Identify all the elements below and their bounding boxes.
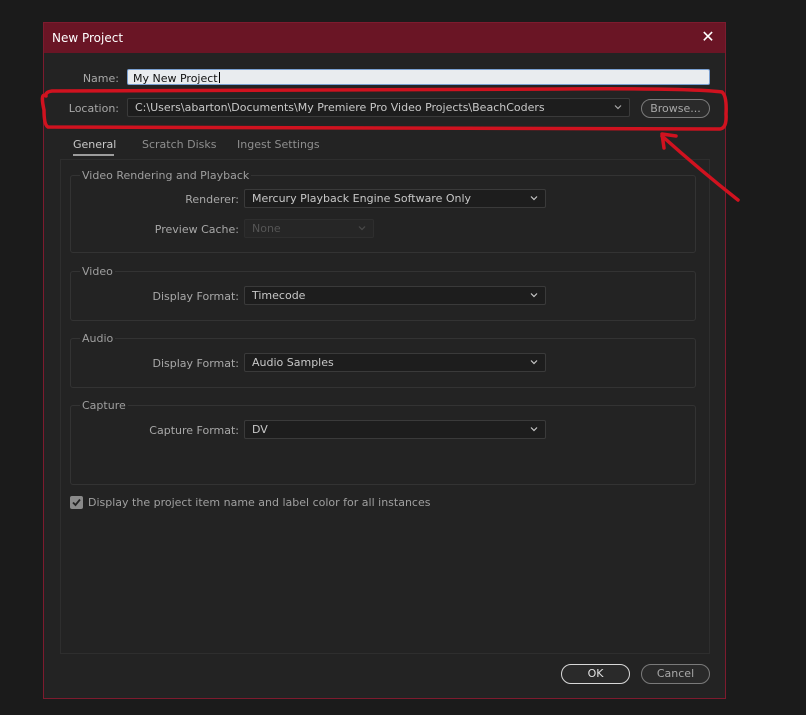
display-label-color-label: Display the project item name and label … (88, 496, 431, 509)
chevron-down-icon (530, 293, 538, 298)
video-rendering-title: Video Rendering and Playback (80, 169, 252, 182)
preview-cache-value: None (252, 222, 281, 235)
capture-format-value: DV (252, 423, 268, 436)
renderer-select[interactable]: Mercury Playback Engine Software Only (244, 189, 546, 208)
chevron-down-icon (358, 226, 366, 231)
checkmark-icon (72, 498, 81, 507)
video-display-format-label: Display Format: (152, 290, 239, 303)
active-tab-indicator (73, 154, 114, 156)
location-label: Location: (68, 102, 119, 115)
cancel-button[interactable]: Cancel (641, 664, 710, 684)
chevron-down-icon (530, 427, 538, 432)
name-label: Name: (82, 72, 119, 85)
location-select[interactable]: C:\Users\abarton\Documents\My Premiere P… (127, 98, 630, 117)
video-display-format-select[interactable]: Timecode (244, 286, 546, 305)
dialog-title: New Project (52, 31, 124, 45)
tab-ingest-settings[interactable]: Ingest Settings (237, 138, 320, 151)
audio-display-format-value: Audio Samples (252, 356, 334, 369)
video-group-title: Video (80, 265, 115, 278)
tab-general[interactable]: General (73, 138, 116, 151)
location-value: C:\Users\abarton\Documents\My Premiere P… (135, 101, 545, 114)
capture-format-label: Capture Format: (149, 424, 239, 437)
ok-button[interactable]: OK (561, 664, 630, 684)
chevron-down-icon (614, 105, 622, 110)
preview-cache-select: None (244, 219, 374, 238)
capture-group-title: Capture (80, 399, 128, 412)
audio-group-title: Audio (80, 332, 116, 345)
tab-scratch-disks[interactable]: Scratch Disks (142, 138, 216, 151)
name-input[interactable]: My New Project (127, 69, 710, 85)
audio-display-format-select[interactable]: Audio Samples (244, 353, 546, 372)
chevron-down-icon (530, 196, 538, 201)
title-bar: New Project ✕ (44, 23, 725, 53)
video-display-format-value: Timecode (252, 289, 306, 302)
renderer-label: Renderer: (185, 193, 239, 206)
text-caret (218, 72, 220, 83)
chevron-down-icon (530, 360, 538, 365)
video-rendering-group: Video Rendering and Playback (70, 169, 696, 253)
close-icon[interactable]: ✕ (699, 28, 717, 46)
audio-display-format-label: Display Format: (152, 357, 239, 370)
capture-format-select[interactable]: DV (244, 420, 546, 439)
capture-group: Capture (70, 399, 696, 485)
preview-cache-label: Preview Cache: (154, 223, 239, 236)
renderer-value: Mercury Playback Engine Software Only (252, 192, 472, 205)
browse-button[interactable]: Browse... (641, 99, 710, 118)
name-value: My New Project (133, 72, 218, 85)
new-project-dialog: New Project ✕ Name: My New Project Locat… (43, 22, 726, 699)
display-label-color-checkbox[interactable] (70, 496, 83, 509)
